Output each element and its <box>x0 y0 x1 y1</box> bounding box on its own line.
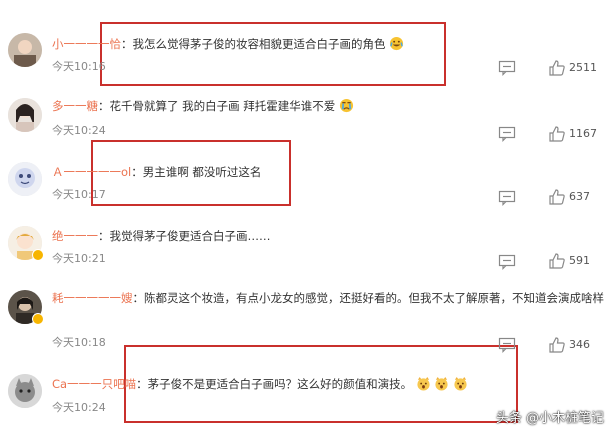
comment-text: 我觉得茅子俊更适合白子画…… <box>109 229 271 243</box>
thumbs-up-icon[interactable] <box>548 188 566 206</box>
like-count: 2511 <box>569 61 597 74</box>
comment-time: 今天10:24 <box>52 124 106 137</box>
comment-time: 今天10:24 <box>52 401 106 414</box>
comment-text: 陈都灵这个妆造，有点小龙女的感觉，还挺好看的。但我不太了解原著，不知道会演成啥样 <box>144 291 604 305</box>
reply-icon[interactable] <box>498 126 516 142</box>
username[interactable]: 绝一一一 <box>52 229 98 243</box>
thumbs-up-icon[interactable] <box>548 336 566 354</box>
thumbs-up-icon[interactable] <box>548 125 566 143</box>
like-count: 637 <box>569 190 590 203</box>
like-count: 591 <box>569 254 590 267</box>
username[interactable]: 多一一糖 <box>52 99 98 113</box>
surprised-cat-emoji-icon <box>417 376 430 391</box>
surprised-cat-emoji-icon <box>454 376 467 391</box>
username[interactable]: 小一一一一恰 <box>52 37 121 51</box>
comment-text: 我怎么觉得茅子俊的妆容相貌更适合白子画的角色 <box>132 37 386 51</box>
like-count: 1167 <box>569 127 597 140</box>
thumbs-up-icon[interactable] <box>548 59 566 77</box>
comment-text: 男主谁啊 都没听过这名 <box>142 165 262 179</box>
comment-time: 今天10:17 <box>52 188 106 201</box>
username[interactable]: 耗一一一一一嫂 <box>52 291 133 305</box>
avatar[interactable] <box>8 374 42 408</box>
reply-icon[interactable] <box>498 60 516 76</box>
comment-text: 花千骨就算了 我的白子画 拜托霍建华谁不爱 <box>109 99 336 113</box>
comment-time: 今天10:18 <box>52 336 106 349</box>
reply-icon[interactable] <box>498 190 516 206</box>
avatar[interactable] <box>8 33 42 67</box>
separator: ： <box>131 165 143 179</box>
separator: ： <box>132 291 145 305</box>
highlight-box-1 <box>100 22 446 86</box>
like-count: 346 <box>569 338 590 351</box>
comment-text: 茅子俊不是更适合白子画吗？这么好的颜值和演技。 <box>147 377 413 391</box>
comment-time: 今天10:21 <box>52 252 106 265</box>
separator: ： <box>136 377 148 391</box>
surprised-cat-emoji-icon <box>435 376 448 391</box>
thumbs-up-icon[interactable] <box>548 252 566 270</box>
reply-icon[interactable] <box>498 337 516 353</box>
verified-badge-icon <box>32 313 44 325</box>
cry-emoji-icon <box>339 98 354 113</box>
cry-laugh-emoji-icon <box>390 36 404 51</box>
username[interactable]: Ca一一一只吧喵 <box>52 377 136 391</box>
avatar[interactable] <box>8 162 42 196</box>
separator: ： <box>98 99 110 113</box>
comment-time: 今天10:16 <box>52 60 106 73</box>
watermark: 头条 @小木桩笔记 <box>495 411 604 426</box>
separator: ： <box>98 229 110 243</box>
separator: ： <box>121 37 133 51</box>
username[interactable]: Ａ一一一一一ol <box>52 165 131 179</box>
avatar[interactable] <box>8 98 42 132</box>
verified-badge-icon <box>32 249 44 261</box>
reply-icon[interactable] <box>498 254 516 270</box>
